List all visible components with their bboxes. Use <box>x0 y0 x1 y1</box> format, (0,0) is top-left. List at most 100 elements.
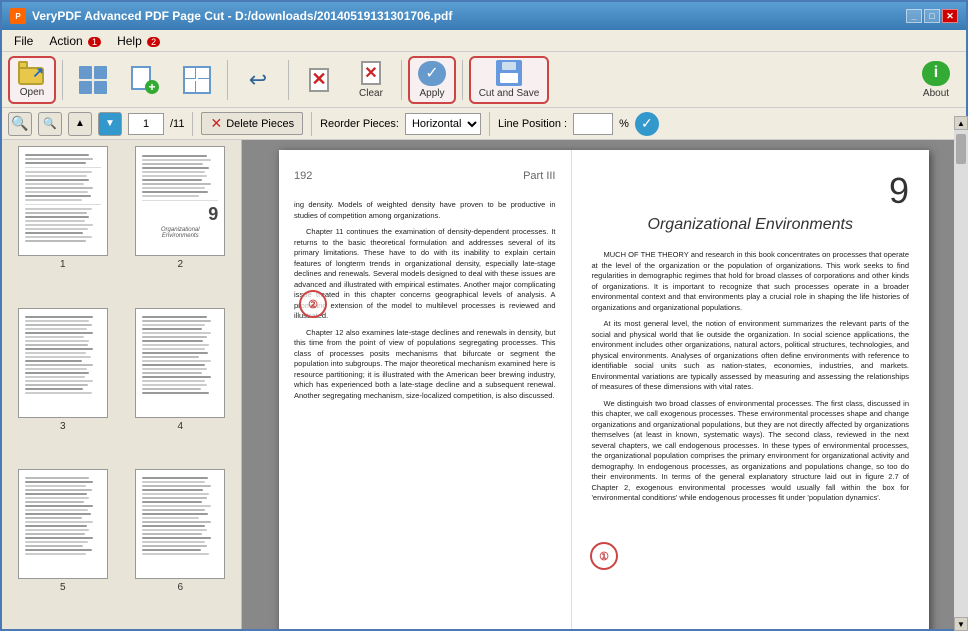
window-controls: _ □ ✕ <box>906 9 958 23</box>
main-window: P VeryPDF Advanced PDF Page Cut - D:/dow… <box>0 0 968 631</box>
grid-split-button[interactable] <box>69 56 117 104</box>
pdf-para-3: Chapter 12 also examines late-stage decl… <box>294 328 556 402</box>
main-toolbar: ↗ Open + <box>2 52 966 108</box>
thumb-img-4 <box>135 308 225 418</box>
undo-icon: ↩ <box>249 67 267 93</box>
zoom-in-button[interactable]: 🔍 <box>8 112 32 136</box>
zoom-out-button[interactable]: 🔍 <box>38 112 62 136</box>
thumb-label-2: 2 <box>177 259 183 270</box>
pdf-view: 192 Part III ing density. Models of weig… <box>242 140 966 629</box>
open-icon: ↗ <box>18 61 46 85</box>
thumbnail-list: 1 <box>2 140 241 629</box>
thumb-label-5: 5 <box>60 582 66 593</box>
main-content: 1 <box>2 140 966 629</box>
lines-grid-icon <box>183 66 211 94</box>
pdf-right-para-3: We distinguish two broad classes of envi… <box>592 399 910 504</box>
app-icon: P <box>10 8 26 24</box>
lines-button[interactable] <box>173 56 221 104</box>
pdf-page: 192 Part III ing density. Models of weig… <box>279 150 929 629</box>
thumbnail-6[interactable]: 6 <box>126 469 236 623</box>
line-position-input[interactable] <box>573 113 613 135</box>
pdf-left-text: ing density. Models of weighted density … <box>294 200 556 401</box>
open-label: Open <box>20 87 44 98</box>
sep-4 <box>401 60 402 100</box>
about-button[interactable]: i About <box>912 56 960 104</box>
thumbnail-2[interactable]: 9 Organizational Environments 2 <box>126 146 236 300</box>
annotation-1: ① <box>590 542 618 570</box>
undo-button[interactable]: ↩ <box>234 56 282 104</box>
apply-label: Apply <box>419 88 444 99</box>
apply-button[interactable]: ✓ Apply <box>408 56 456 104</box>
thumbnail-3[interactable]: 3 <box>8 308 118 462</box>
pdf-right-para-1: MUCH OF THE THEORY and research in this … <box>592 250 910 313</box>
sep-t2-2 <box>311 112 312 136</box>
thumb-label-6: 6 <box>177 582 183 593</box>
help-menu[interactable]: Help 2 <box>109 32 168 50</box>
secondary-toolbar: 🔍 🔍 ▲ ▼ /11 ✕ Delete Pieces Reorder Piec… <box>2 108 966 140</box>
close-button[interactable]: ✕ <box>942 9 958 23</box>
sep-5 <box>462 60 463 100</box>
sep-3 <box>288 60 289 100</box>
down-arrow-icon: ▼ <box>105 118 115 129</box>
pdf-para-2: Chapter 11 continues the examination of … <box>294 227 556 322</box>
thumbnail-1[interactable]: 1 <box>8 146 118 300</box>
scroll-down-button[interactable]: ▼ <box>98 112 122 136</box>
thumbnail-5[interactable]: 5 <box>8 469 118 623</box>
file-menu[interactable]: File <box>6 32 41 50</box>
sep-2 <box>227 60 228 100</box>
reorder-select[interactable]: Horizontal Vertical <box>405 113 481 135</box>
cut-save-button[interactable]: Cut and Save <box>469 56 549 104</box>
percent-label: % <box>619 118 629 130</box>
action-menu[interactable]: Action 1 <box>41 32 109 50</box>
cut-save-label: Cut and Save <box>479 88 540 99</box>
add-page-button[interactable]: + <box>121 56 169 104</box>
zoom-in-icon: 🔍 <box>11 115 28 132</box>
clear-button[interactable]: ✕ Clear <box>347 56 395 104</box>
chapter-number: 9 <box>592 170 910 212</box>
delete-pieces-button[interactable]: ✕ Delete Pieces <box>201 112 303 135</box>
delete-page-button[interactable]: ✕ <box>295 56 343 104</box>
thumb-img-6 <box>135 469 225 579</box>
thumbnail-panel: 1 <box>2 140 242 629</box>
sep-1 <box>62 60 63 100</box>
scroll-up-button[interactable]: ▲ <box>68 112 92 136</box>
up-arrow-icon: ▲ <box>75 118 85 129</box>
pdf-para-1: ing density. Models of weighted density … <box>294 200 556 221</box>
title-bar: P VeryPDF Advanced PDF Page Cut - D:/dow… <box>2 2 966 30</box>
sep-t2-1 <box>192 112 193 136</box>
page-number-input[interactable] <box>128 113 164 135</box>
clear-icon: ✕ <box>357 61 385 86</box>
delete-pieces-icon: ✕ <box>210 115 222 132</box>
part-label: Part III <box>523 170 555 182</box>
reorder-label: Reorder Pieces: <box>320 118 399 130</box>
pdf-right-text: MUCH OF THE THEORY and research in this … <box>592 250 910 504</box>
check-icon: ✓ <box>641 115 653 132</box>
confirm-button[interactable]: ✓ <box>635 112 659 136</box>
thumb-label-3: 3 <box>60 421 66 432</box>
help-badge: 2 <box>147 37 160 47</box>
window-title: VeryPDF Advanced PDF Page Cut - D:/downl… <box>32 9 900 23</box>
zoom-out-icon: 🔍 <box>43 117 57 130</box>
maximize-button[interactable]: □ <box>924 9 940 23</box>
minimize-button[interactable]: _ <box>906 9 922 23</box>
pdf-left-header: 192 Part III <box>294 170 556 192</box>
cut-save-icon <box>496 60 522 86</box>
sep-t2-3 <box>489 112 490 136</box>
apply-icon: ✓ <box>418 61 446 86</box>
thumb-label-1: 1 <box>60 259 66 270</box>
about-icon: i <box>922 61 950 86</box>
total-pages: /11 <box>170 118 184 130</box>
delete-page-icon: ✕ <box>305 66 333 94</box>
clear-label: Clear <box>359 88 383 99</box>
annotation-2: ② <box>299 290 327 318</box>
open-arrow-icon: ↗ <box>32 64 44 81</box>
grid-icon <box>79 66 107 94</box>
thumbnail-4[interactable]: 4 <box>126 308 236 462</box>
delete-pieces-label: Delete Pieces <box>226 118 294 130</box>
thumb-label-4: 4 <box>177 421 183 432</box>
pdf-right-page: 9 Organizational Environments MUCH OF TH… <box>572 150 930 629</box>
pdf-left-page: 192 Part III ing density. Models of weig… <box>279 150 572 629</box>
open-button[interactable]: ↗ Open <box>8 56 56 104</box>
pdf-right-para-2: At its most general level, the notion of… <box>592 319 910 393</box>
page-number: 192 <box>294 170 312 188</box>
